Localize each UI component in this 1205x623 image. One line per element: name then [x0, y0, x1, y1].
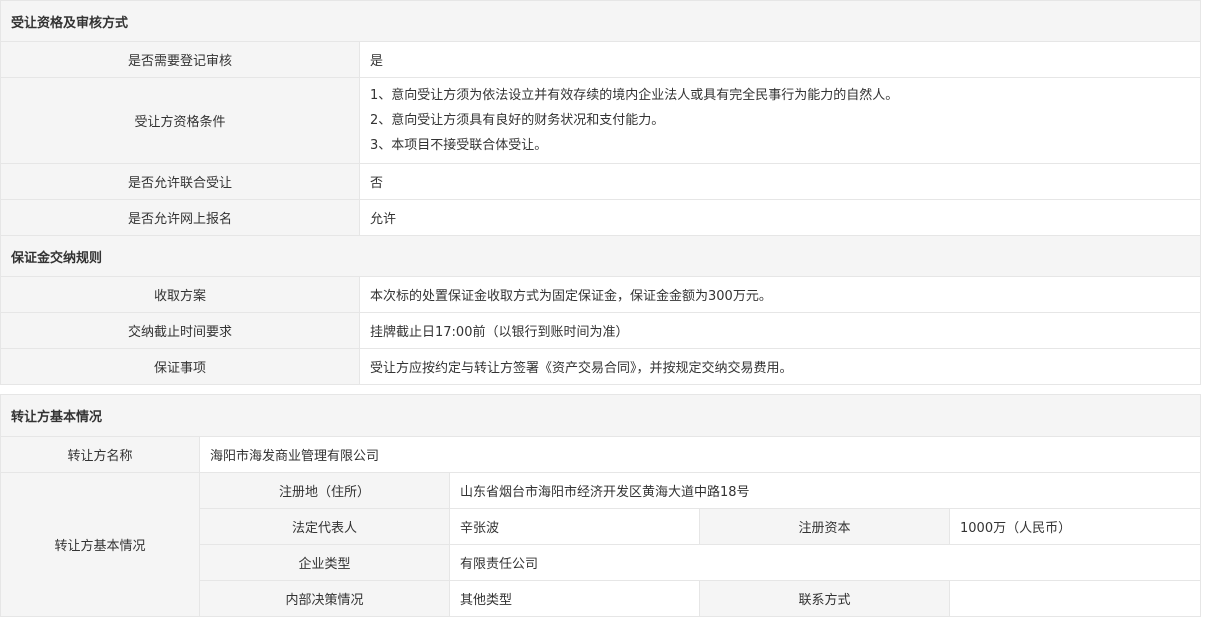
field-label: 收取方案	[0, 276, 360, 313]
field-label: 是否允许网上报名	[0, 199, 360, 236]
field-value: 山东省烟台市海阳市经济开发区黄海大道中路18号	[448, 472, 1202, 509]
field-label: 受让方资格条件	[0, 77, 360, 164]
field-label: 转让方名称	[0, 436, 200, 473]
row-qualification-conditions: 受让方资格条件 1、意向受让方须为依法设立并有效存续的境内企业法人或具有完全民事…	[0, 77, 1202, 164]
field-value: 本次标的处置保证金收取方式为固定保证金，保证金金额为300万元。	[358, 276, 1202, 313]
field-label: 法定代表人	[199, 508, 450, 545]
qualification-line: 1、意向受让方须为依法设立并有效存续的境内企业法人或具有完全民事行为能力的自然人…	[370, 88, 899, 103]
field-value: 否	[358, 163, 1202, 200]
row-need-register-review: 是否需要登记审核 是	[0, 41, 1202, 78]
section-title: 转让方基本情况	[0, 394, 1202, 437]
field-label: 是否允许联合受让	[0, 163, 360, 200]
transferor-info-table: 转让方基本情况 转让方名称 海阳市海发商业管理有限公司 转让方基本情况 注册地（…	[0, 394, 1202, 617]
field-value: 有限责任公司	[448, 544, 1202, 581]
transferee-qualification-table: 受让资格及审核方式 是否需要登记审核 是 受让方资格条件 1、意向受让方须为依法…	[0, 0, 1202, 385]
field-label: 企业类型	[199, 544, 450, 581]
field-value: 其他类型	[449, 580, 700, 617]
field-value: 辛张波	[449, 508, 700, 545]
section-title: 保证金交纳规则	[0, 235, 1202, 277]
field-label: 保证事项	[0, 348, 360, 385]
row-transferor-name: 转让方名称 海阳市海发商业管理有限公司	[0, 436, 1202, 473]
row-collection-plan: 收取方案 本次标的处置保证金收取方式为固定保证金，保证金金额为300万元。	[0, 276, 1202, 313]
section-header-deposit: 保证金交纳规则	[0, 235, 1202, 277]
section-header-qualification: 受让资格及审核方式	[0, 0, 1202, 42]
field-label: 交纳截止时间要求	[0, 312, 360, 349]
row-guarantee-notes: 保证事项 受让方应按约定与转让方签署《资产交易合同》，并按规定交纳交易费用。	[0, 348, 1202, 385]
field-value: 挂牌截止日17:00前（以银行到账时间为准）	[358, 312, 1202, 349]
row-allow-online: 是否允许网上报名 允许	[0, 199, 1202, 236]
group-label: 转让方基本情况	[0, 472, 200, 617]
row-deadline: 交纳截止时间要求 挂牌截止日17:00前（以银行到账时间为准）	[0, 312, 1202, 349]
field-value: 1、意向受让方须为依法设立并有效存续的境内企业法人或具有完全民事行为能力的自然人…	[358, 77, 1202, 164]
section-title: 受让资格及审核方式	[0, 0, 1202, 42]
row-registered-address: 转让方基本情况 注册地（住所） 山东省烟台市海阳市经济开发区黄海大道中路18号	[0, 472, 1202, 617]
field-label: 联系方式	[699, 580, 950, 617]
field-value: 允许	[358, 199, 1202, 236]
section-header-transferor: 转让方基本情况	[0, 394, 1202, 437]
field-value: 1000万（人民币）	[948, 508, 1202, 545]
field-value: 受让方应按约定与转让方签署《资产交易合同》，并按规定交纳交易费用。	[358, 348, 1202, 385]
field-value: 海阳市海发商业管理有限公司	[198, 436, 1202, 473]
row-allow-joint: 是否允许联合受让 否	[0, 163, 1202, 200]
field-value: 是	[358, 41, 1202, 78]
field-label: 内部决策情况	[199, 580, 450, 617]
field-value	[948, 580, 1202, 617]
qualification-line: 2、意向受让方须具有良好的财务状况和支付能力。	[370, 113, 665, 128]
field-label: 注册地（住所）	[199, 472, 450, 509]
qualification-line: 3、本项目不接受联合体受让。	[370, 138, 548, 153]
field-label: 是否需要登记审核	[0, 41, 360, 78]
field-label: 注册资本	[699, 508, 950, 545]
